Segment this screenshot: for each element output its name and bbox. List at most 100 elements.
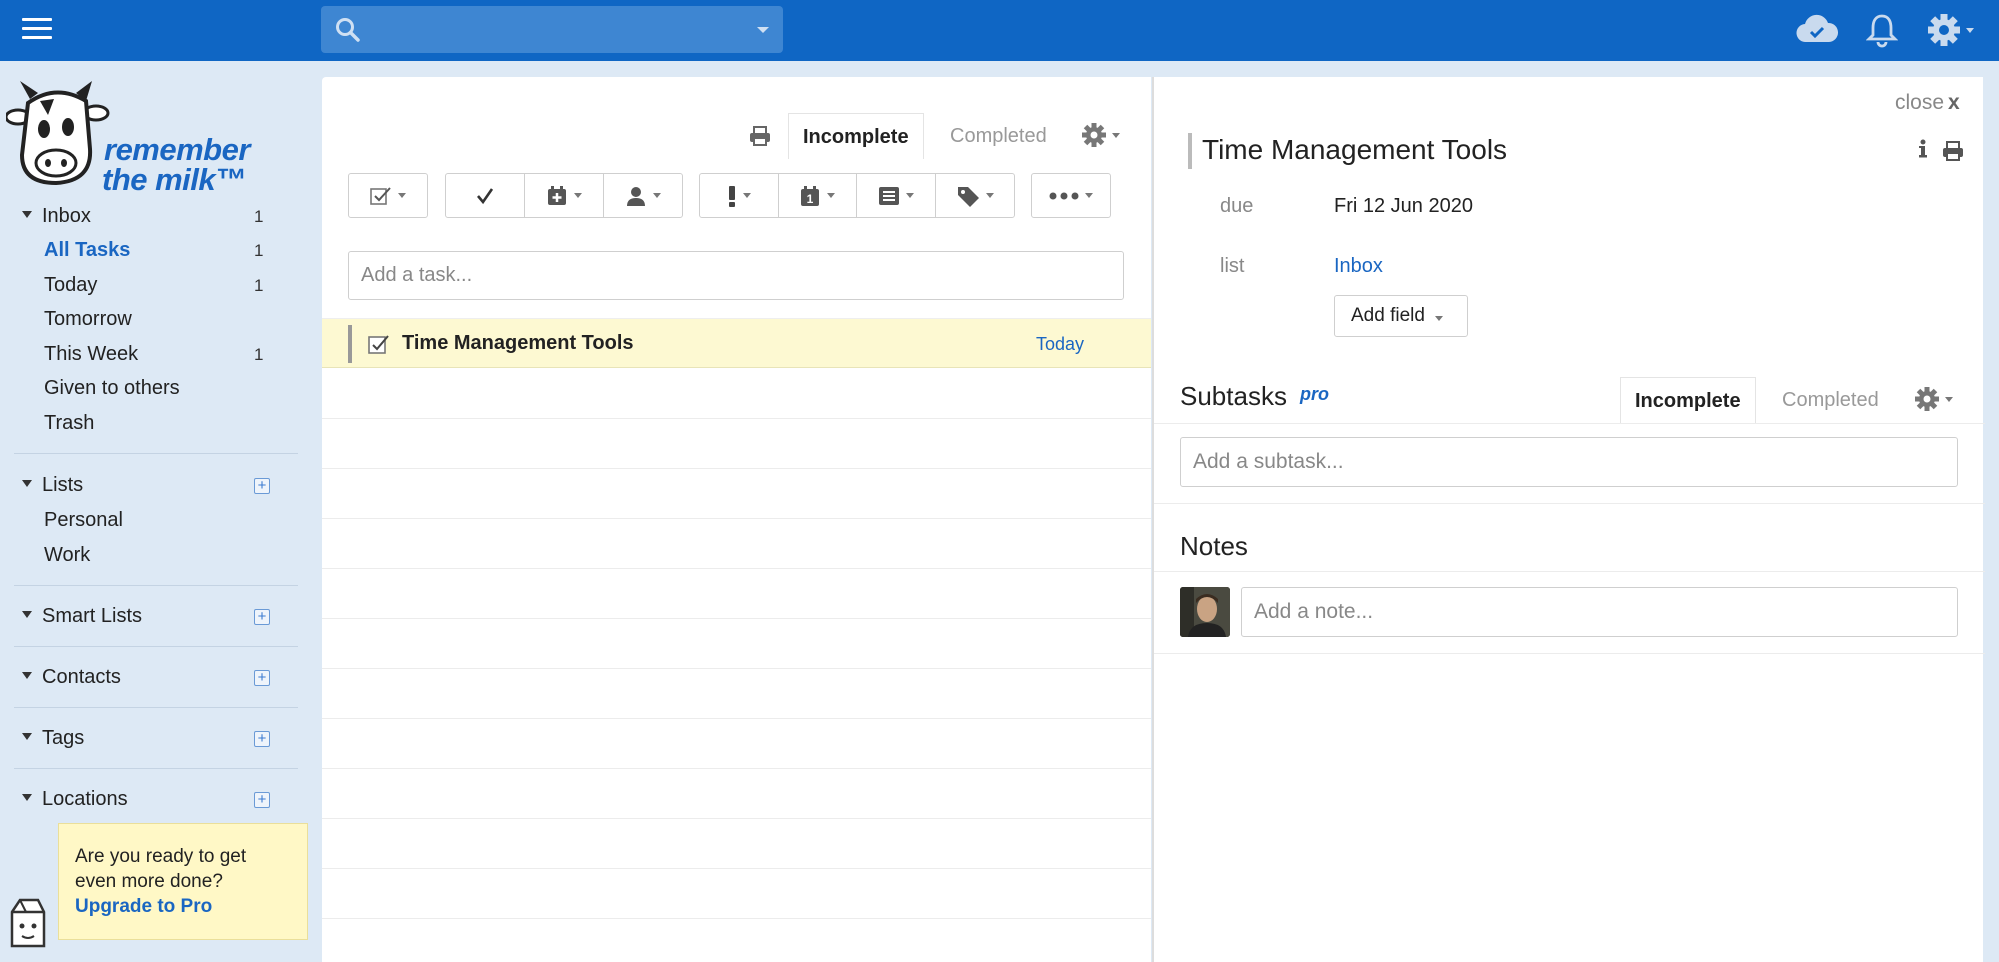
sidebar-tags-label: Tags — [42, 727, 85, 749]
tab-incomplete[interactable]: Incomplete — [788, 113, 924, 159]
subtasks-settings-gear-icon[interactable] — [1913, 385, 1959, 415]
tab-completed[interactable]: Completed — [936, 113, 1061, 159]
sidebar-contacts-label: Contacts — [42, 666, 121, 688]
sidebar-divider — [14, 768, 298, 769]
add-subtask-input[interactable] — [1180, 437, 1958, 487]
milk-carton-icon — [10, 898, 46, 948]
tags-button[interactable] — [936, 174, 1015, 217]
close-detail-button[interactable]: close x — [1895, 91, 1960, 115]
upgrade-to-pro-link[interactable]: Upgrade to Pro — [75, 896, 212, 917]
add-tag-button[interactable]: + — [254, 731, 270, 747]
due-date-button[interactable]: 1 — [779, 174, 857, 217]
sidebar-item-this-week[interactable]: This Week — [44, 343, 138, 366]
add-contact-button[interactable]: + — [254, 670, 270, 686]
settings-gear-icon[interactable] — [1926, 12, 1978, 48]
add-field-label: Add field — [1351, 305, 1425, 326]
sidebar-item-personal[interactable]: Personal — [44, 509, 123, 532]
add-field-button[interactable]: Add field — [1334, 295, 1468, 337]
due-value[interactable]: Fri 12 Jun 2020 — [1334, 195, 1473, 218]
task-row[interactable]: Time Management Tools Today — [322, 318, 1151, 368]
logo-wordmark: remember the milk™ — [102, 132, 250, 197]
empty-task-row — [322, 468, 1151, 469]
action-toolbar-group — [445, 173, 683, 218]
collapse-triangle-icon — [22, 211, 32, 219]
checkbox-icon — [370, 186, 391, 205]
sidebar-locations-label: Locations — [42, 788, 128, 810]
checkmark-icon — [477, 187, 494, 204]
detail-priority-bar — [1188, 133, 1192, 169]
notes-heading: Notes — [1180, 531, 1248, 561]
task-priority-bar — [348, 325, 352, 363]
properties-toolbar-group: 1 — [699, 173, 1015, 218]
sidebar-smart-lists-toggle[interactable]: Smart Lists — [22, 605, 142, 628]
sidebar-item-given-to-others[interactable]: Given to others — [44, 377, 180, 400]
sidebar-divider — [14, 646, 298, 647]
section-divider — [1154, 423, 1985, 424]
task-checkbox[interactable] — [368, 333, 390, 355]
sidebar-tags-toggle[interactable]: Tags — [22, 727, 84, 750]
exclamation-icon — [728, 185, 735, 207]
menu-icon[interactable] — [22, 18, 52, 42]
empty-task-row — [322, 868, 1151, 869]
calendar-plus-icon — [548, 185, 566, 205]
more-actions-button[interactable] — [1032, 174, 1110, 217]
sidebar-smart-lists-label: Smart Lists — [42, 605, 143, 627]
sidebar-divider — [14, 585, 298, 586]
search-options-icon[interactable] — [757, 27, 769, 33]
detail-title[interactable]: Time Management Tools — [1202, 134, 1507, 166]
more-toolbar-group — [1031, 173, 1111, 218]
search-box[interactable] — [321, 6, 783, 53]
empty-task-row — [322, 718, 1151, 719]
select-tasks-button[interactable] — [349, 174, 427, 217]
today-count: 1 — [254, 276, 264, 295]
subtasks-heading: Subtasks — [1180, 381, 1287, 411]
task-detail-panel: close x Time Management Tools due Fri 12 … — [1152, 77, 1985, 962]
close-label: close — [1895, 91, 1945, 114]
list-settings-gear-icon[interactable] — [1080, 121, 1126, 151]
task-list-panel: Incomplete Completed 1 Add a task... Tim… — [322, 77, 1151, 962]
move-to-list-button[interactable] — [857, 174, 936, 217]
sidebar-lists-label: Lists — [42, 474, 84, 496]
subtasks-tab-completed[interactable]: Completed — [1768, 377, 1893, 423]
empty-task-row — [322, 768, 1151, 769]
sidebar-item-today[interactable]: Today — [44, 274, 97, 297]
add-note-input[interactable] — [1241, 587, 1958, 637]
sidebar-item-trash[interactable]: Trash — [44, 412, 94, 435]
cow-logo-icon — [6, 81, 110, 186]
sidebar-contacts-toggle[interactable]: Contacts — [22, 666, 121, 689]
search-input[interactable] — [373, 14, 733, 45]
collapse-triangle-icon — [22, 794, 32, 802]
section-divider — [1154, 653, 1985, 654]
empty-task-row — [322, 418, 1151, 419]
this-week-count: 1 — [254, 345, 264, 364]
sidebar-inbox-toggle[interactable]: Inbox — [22, 205, 91, 228]
subtasks-tab-incomplete[interactable]: Incomplete — [1620, 377, 1756, 423]
empty-task-row — [322, 918, 1151, 919]
top-bar — [0, 0, 1999, 61]
add-smart-list-button[interactable]: + — [254, 609, 270, 625]
info-icon[interactable] — [1918, 139, 1928, 159]
empty-task-row — [322, 618, 1151, 619]
sidebar-item-tomorrow[interactable]: Tomorrow — [44, 308, 132, 331]
inbox-count: 1 — [254, 207, 264, 226]
bell-icon[interactable] — [1866, 12, 1898, 48]
sidebar-divider — [14, 453, 298, 454]
add-location-button[interactable]: + — [254, 792, 270, 808]
app-logo[interactable]: remember the milk™ — [6, 77, 250, 195]
assign-button[interactable] — [604, 174, 682, 217]
postpone-button[interactable] — [525, 174, 604, 217]
print-task-icon[interactable] — [1941, 140, 1965, 162]
pro-badge: pro — [1300, 384, 1329, 404]
complete-button[interactable] — [446, 174, 525, 217]
add-task-input[interactable] — [348, 251, 1124, 300]
cloud-sync-icon[interactable] — [1796, 14, 1838, 46]
sidebar-lists-toggle[interactable]: Lists — [22, 474, 83, 497]
sidebar-item-all-tasks[interactable]: All Tasks — [44, 239, 130, 262]
sidebar-locations-toggle[interactable]: Locations — [22, 788, 128, 811]
add-list-button[interactable]: + — [254, 478, 270, 494]
empty-task-row — [322, 568, 1151, 569]
priority-button[interactable] — [700, 174, 779, 217]
print-icon[interactable] — [748, 125, 772, 147]
list-value-link[interactable]: Inbox — [1334, 255, 1383, 278]
sidebar-item-work[interactable]: Work — [44, 544, 90, 567]
